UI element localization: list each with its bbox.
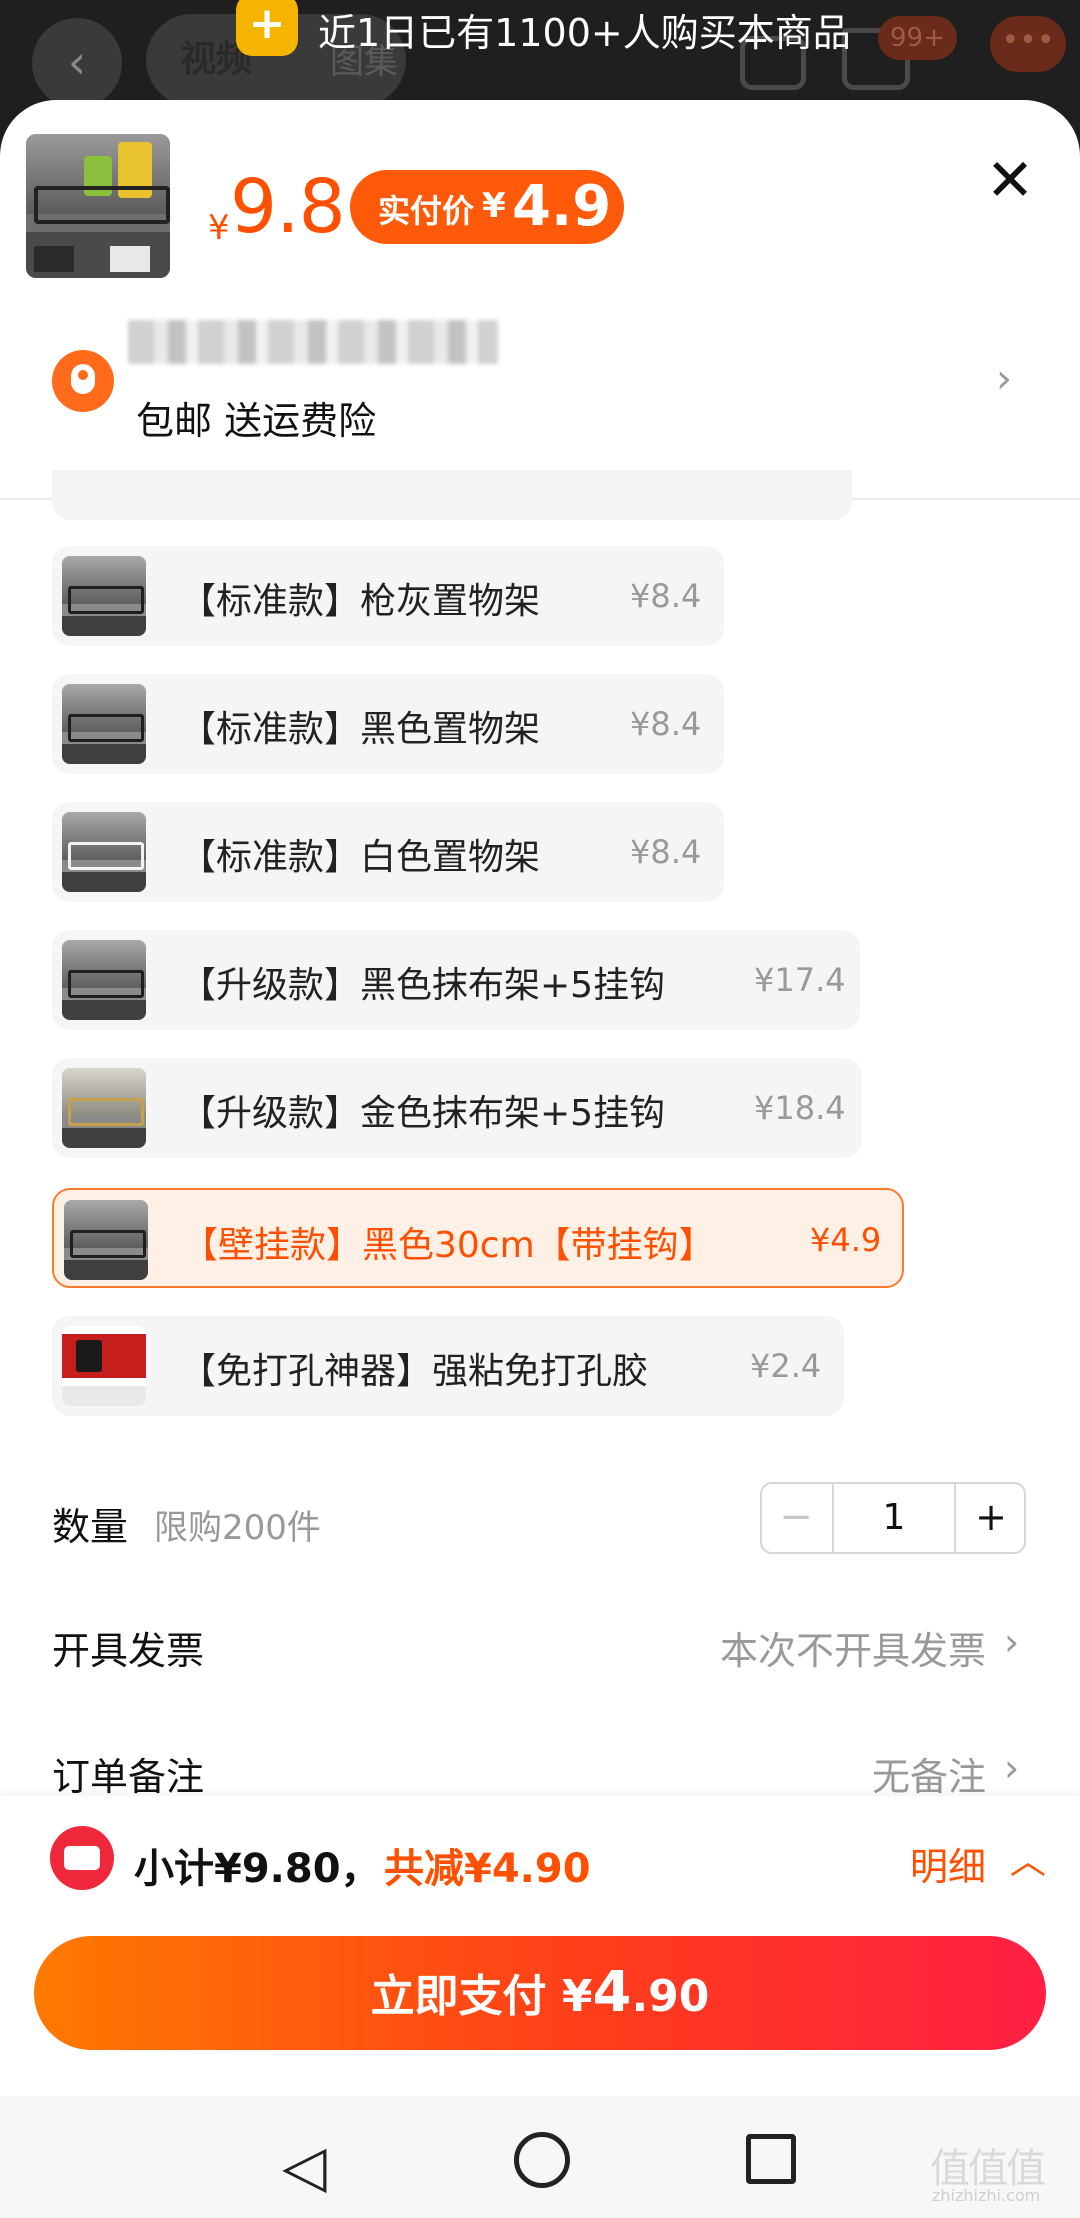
variant-name: 【标准款】枪灰置物架 bbox=[180, 581, 541, 622]
chevron-right-icon[interactable]: › bbox=[1004, 1746, 1019, 1790]
variant-price: ¥8.4 bbox=[630, 705, 702, 743]
variant-name: 【标准款】黑色置物架 bbox=[180, 709, 541, 750]
product-thumbnail[interactable] bbox=[26, 134, 170, 278]
chevron-left-icon: ‹ bbox=[67, 35, 87, 89]
quantity-value[interactable]: 1 bbox=[834, 1482, 954, 1554]
price-currency: ¥ bbox=[208, 208, 230, 248]
variant-price: ¥2.4 bbox=[750, 1347, 822, 1385]
nav-recent-icon[interactable] bbox=[746, 2134, 796, 2184]
nav-home-icon[interactable] bbox=[514, 2132, 570, 2188]
variant-name: 【升级款】黑色抹布架+5挂钩 bbox=[180, 965, 666, 1006]
variant-thumbnail bbox=[62, 684, 146, 764]
memo-label: 订单备注 bbox=[52, 1755, 205, 1799]
chevron-right-icon[interactable]: › bbox=[996, 356, 1012, 402]
variant-thumbnail bbox=[64, 1200, 148, 1280]
memo-value[interactable]: 无备注 bbox=[872, 1746, 986, 1801]
pay-now-label[interactable]: 立即支付 ¥4.90 bbox=[34, 1936, 1046, 2050]
decrease-button[interactable]: − bbox=[760, 1482, 832, 1554]
back-button[interactable]: ‹ bbox=[32, 18, 122, 108]
invoice-label: 开具发票 bbox=[52, 1629, 205, 1673]
variant-option[interactable]: 【标准款】枪灰置物架 ¥8.4 bbox=[52, 546, 724, 646]
invoice-value[interactable]: 本次不开具发票 bbox=[720, 1620, 986, 1675]
variant-option[interactable]: 【标准款】白色置物架 ¥8.4 bbox=[52, 802, 724, 902]
list-item-partial[interactable] bbox=[52, 470, 852, 520]
shipping-info: 包邮 送运费险 bbox=[136, 399, 377, 443]
paid-price-value: 4.9 bbox=[512, 174, 612, 239]
purchase-notice: 近1日已有1100+人购买本商品 bbox=[318, 11, 851, 55]
close-button[interactable]: ✕ bbox=[978, 150, 1042, 214]
variant-thumbnail bbox=[62, 812, 146, 892]
chevron-up-icon[interactable]: ︿ bbox=[1010, 1832, 1046, 1884]
variant-option[interactable]: 【升级款】金色抹布架+5挂钩 ¥18.4 bbox=[52, 1058, 862, 1158]
variant-name: 【升级款】金色抹布架+5挂钩 bbox=[180, 1093, 666, 1134]
variant-name: 【标准款】白色置物架 bbox=[180, 837, 541, 878]
paid-price-label: 实付价 bbox=[378, 192, 475, 230]
shopping-bag-icon: + bbox=[236, 0, 298, 56]
discount-total: 共减¥4.90 bbox=[384, 1846, 591, 1892]
subtotal: 小计¥9.80， bbox=[134, 1846, 381, 1892]
variant-name: 【免打孔神器】强粘免打孔胶 bbox=[180, 1351, 649, 1392]
variant-option[interactable]: 【免打孔神器】强粘免打孔胶 ¥2.4 bbox=[52, 1316, 844, 1416]
more-icon[interactable]: ••• bbox=[990, 16, 1066, 72]
address-blurred[interactable] bbox=[128, 320, 498, 364]
price: 9.8 bbox=[230, 164, 346, 250]
variant-thumbnail bbox=[62, 940, 146, 1020]
nav-back-icon[interactable]: ◁ bbox=[282, 2132, 327, 2200]
variant-thumbnail bbox=[62, 556, 146, 636]
cart-badge: 99+ bbox=[878, 16, 957, 60]
variant-price: ¥8.4 bbox=[630, 577, 702, 615]
variant-thumbnail bbox=[62, 1326, 146, 1406]
variant-price: ¥8.4 bbox=[630, 833, 702, 871]
paid-price-currency: ¥ bbox=[482, 186, 506, 226]
variant-price: ¥4.9 bbox=[810, 1221, 882, 1259]
quantity-limit: 限购200件 bbox=[154, 1508, 321, 1548]
watermark-url: zhizhizhi.com bbox=[932, 2186, 1041, 2205]
chevron-right-icon[interactable]: › bbox=[1004, 1620, 1019, 1664]
increase-button[interactable]: + bbox=[956, 1482, 1026, 1554]
variant-thumbnail bbox=[62, 1068, 146, 1148]
variant-option[interactable]: 【壁挂款】黑色30cm【带挂钩】 ¥4.9 bbox=[52, 1188, 904, 1288]
variant-price: ¥17.4 bbox=[754, 961, 846, 999]
quantity-label: 数量 bbox=[52, 1505, 129, 1549]
detail-link[interactable]: 明细 bbox=[910, 1836, 986, 1891]
variant-price: ¥18.4 bbox=[754, 1089, 846, 1127]
variant-name: 【壁挂款】黑色30cm【带挂钩】 bbox=[182, 1225, 715, 1266]
variant-option[interactable]: 【升级款】黑色抹布架+5挂钩 ¥17.4 bbox=[52, 930, 860, 1030]
variant-option[interactable]: 【标准款】黑色置物架 ¥8.4 bbox=[52, 674, 724, 774]
